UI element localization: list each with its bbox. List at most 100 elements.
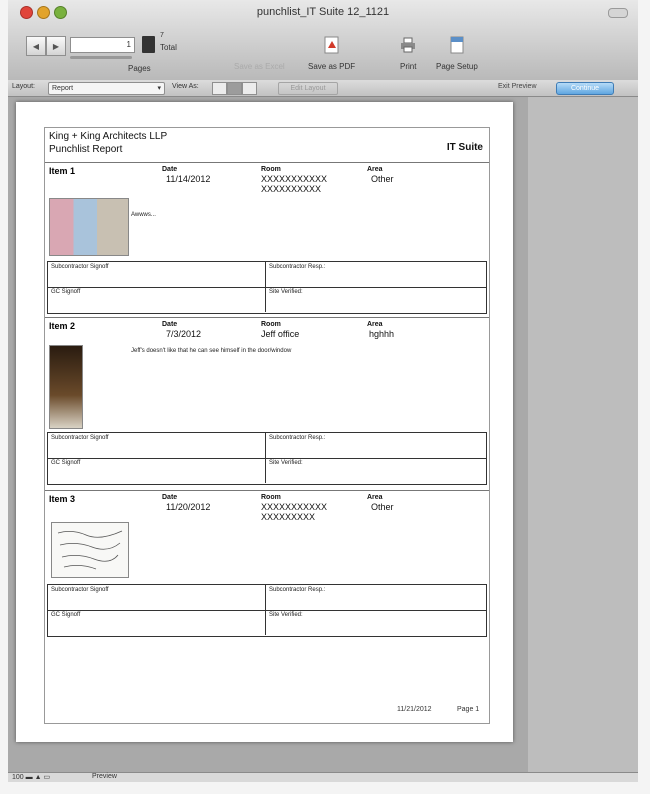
item-photo[interactable] [49, 345, 83, 429]
site-verified-cell: Site Verified: [269, 612, 303, 618]
item-name: Item 3 [49, 494, 76, 504]
window-title: punchlist_IT Suite 12_1121 [256, 6, 390, 18]
gc-signoff-cell: GC Signoff [48, 287, 266, 312]
app-window: punchlist_IT Suite 12_1121 ◀ ▶ 1 7 Total… [8, 0, 638, 782]
item-date: 7/3/2012 [166, 329, 202, 339]
site-verified-cell: Site Verified: [269, 289, 303, 295]
layout-select[interactable]: Report ▾ [48, 82, 165, 95]
zoom-level: 100 [12, 774, 24, 781]
footer-page-number: Page 1 [457, 706, 480, 713]
continue-button[interactable]: Continue [556, 82, 614, 95]
record-nav-buttons: ◀ ▶ [26, 36, 66, 56]
signoff-row: Subcontractor Signoff Subcontractor Resp… [48, 262, 486, 288]
punch-item: Item 1 Date 11/14/2012 Room XXXXXXXXXXX … [45, 164, 489, 314]
save-pdf-button[interactable]: Save as PDF [308, 36, 355, 71]
item-room: Jeff office [261, 329, 300, 339]
sub-signoff-cell: Subcontractor Signoff [48, 433, 266, 458]
area-label: Area [367, 494, 383, 501]
exit-preview-button[interactable]: Exit Preview [498, 83, 537, 90]
item-photo[interactable] [49, 198, 129, 256]
footer-date: 11/21/2012 [397, 706, 432, 713]
item-divider [45, 490, 489, 491]
view-as-table-button[interactable] [242, 82, 257, 95]
chevron-down-icon: ▾ [157, 85, 161, 92]
excel-icon [251, 36, 267, 54]
page-number-field[interactable]: 1 [70, 37, 135, 53]
item-area: Other [371, 502, 394, 512]
layout-label: Layout: [12, 83, 35, 90]
item-divider [45, 317, 489, 318]
print-label: Print [400, 62, 417, 71]
title-bar: punchlist_IT Suite 12_1121 ◀ ▶ 1 7 Total… [8, 0, 638, 81]
pages-label: Pages [128, 64, 151, 73]
next-page-button[interactable]: ▶ [46, 36, 66, 56]
save-excel-label: Save as Excel [234, 62, 285, 71]
header-divider [45, 162, 489, 163]
page-setup-button[interactable]: Page Setup [436, 36, 478, 71]
report-frame: King + King Architects LLP Punchlist Rep… [44, 127, 490, 724]
total-label: Total [160, 43, 177, 52]
suite-name: IT Suite [446, 142, 483, 153]
punch-item: Item 2 Date 7/3/2012 Room Jeff office Ar… [45, 319, 489, 489]
page-slider[interactable] [70, 56, 132, 59]
scroll-gutter[interactable] [528, 97, 638, 772]
sub-resp-cell: Subcontractor Resp.: [269, 587, 326, 593]
mode-label: Preview [92, 773, 117, 780]
company-name: King + King Architects LLP [49, 131, 168, 142]
item-name: Item 2 [49, 321, 76, 331]
date-label: Date [162, 321, 178, 328]
sub-resp-cell: Subcontractor Resp.: [269, 435, 326, 441]
layout-select-value: Report [52, 85, 74, 92]
pdf-icon [324, 36, 339, 54]
item-name: Item 1 [49, 166, 76, 176]
item-date: 11/20/2012 [166, 502, 211, 512]
signoff-grid: Subcontractor Signoff Subcontractor Resp… [47, 261, 487, 314]
layout-bar: Layout: Report ▾ View As: Edit Layout Ex… [8, 80, 638, 97]
print-button[interactable]: Print [400, 36, 416, 71]
save-pdf-label: Save as PDF [308, 62, 356, 71]
item-date: 11/14/2012 [166, 174, 211, 184]
view-as-buttons [212, 82, 257, 95]
signoff-row: GC Signoff Site Verified: [48, 287, 486, 312]
page-setup-icon [450, 36, 464, 54]
book-icon [142, 36, 155, 53]
view-as-label: View As: [172, 83, 199, 90]
sub-signoff-cell: Subcontractor Signoff [48, 585, 266, 610]
zoom-control[interactable]: 100 ▬ ▲ ▭ [12, 773, 50, 781]
signoff-grid: Subcontractor Signoff Subcontractor Resp… [47, 432, 487, 485]
gc-signoff-cell: GC Signoff [48, 610, 266, 635]
status-bar: 100 ▬ ▲ ▭ Preview [8, 772, 638, 782]
page-setup-label: Page Setup [436, 62, 478, 71]
signoff-row: Subcontractor Signoff Subcontractor Resp… [48, 585, 486, 611]
site-verified-cell: Site Verified: [269, 460, 303, 466]
area-label: Area [367, 321, 383, 328]
item-room: XXXXXXXXXXX XXXXXXXXX [261, 502, 328, 522]
item-area: hghhh [369, 329, 395, 339]
sketch-image[interactable] [51, 522, 129, 578]
punch-item: Item 3 Date 11/20/2012 Room XXXXXXXXXXX … [45, 492, 489, 652]
room-label: Room [261, 494, 281, 501]
total-count: 7 [160, 32, 164, 39]
previous-page-button[interactable]: ◀ [26, 36, 46, 56]
view-as-list-button[interactable] [227, 82, 242, 95]
item-note: Awwws... [131, 212, 156, 218]
toolbar-toggle-button[interactable] [608, 8, 628, 18]
printer-icon [401, 37, 416, 53]
zoom-icons: ▬ ▲ ▭ [25, 774, 51, 781]
signoff-row: Subcontractor Signoff Subcontractor Resp… [48, 433, 486, 459]
date-label: Date [162, 166, 178, 173]
signoff-row: GC Signoff Site Verified: [48, 458, 486, 483]
room-label: Room [261, 321, 281, 328]
save-excel-button[interactable]: Save as Excel [234, 36, 285, 71]
gc-signoff-cell: GC Signoff [48, 458, 266, 483]
preview-area: King + King Architects LLP Punchlist Rep… [8, 97, 638, 772]
date-label: Date [162, 494, 178, 501]
item-area: Other [371, 174, 394, 184]
sub-resp-cell: Subcontractor Resp.: [269, 264, 326, 270]
signoff-row: GC Signoff Site Verified: [48, 610, 486, 635]
report-title: Punchlist Report [49, 144, 123, 155]
area-label: Area [367, 166, 383, 173]
edit-layout-button[interactable]: Edit Layout [278, 82, 338, 95]
view-as-form-button[interactable] [212, 82, 227, 95]
signoff-grid: Subcontractor Signoff Subcontractor Resp… [47, 584, 487, 637]
